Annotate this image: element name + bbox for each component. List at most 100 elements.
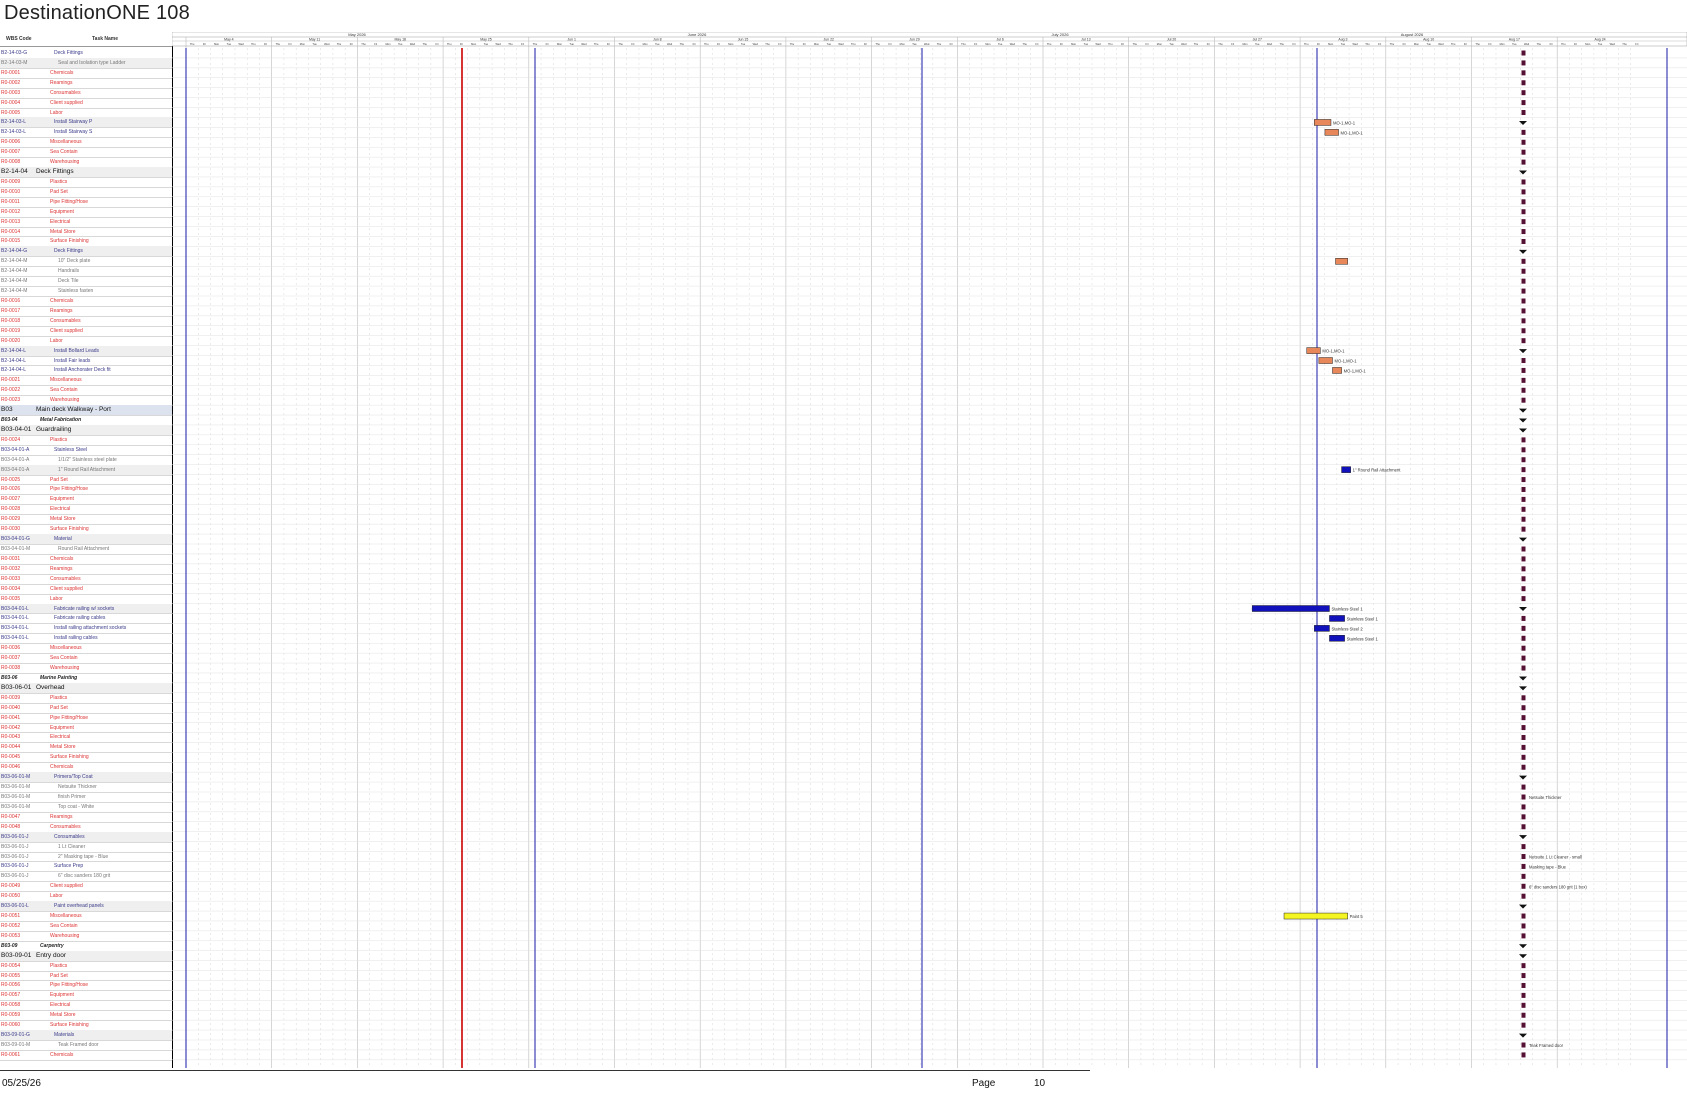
week-label: Jul 6 (996, 38, 1003, 42)
row-wbs-code: B03-06-01-L (1, 903, 29, 910)
row-wbs-code: B03-09-01-M (1, 1042, 31, 1048)
day-label: Fri (435, 42, 438, 46)
summary-marker (1519, 418, 1527, 423)
row-wbs-code: B03-09-01 (1, 951, 32, 959)
month-label: June 2026 (688, 32, 707, 37)
row-wbs-code: R0-0012 (1, 208, 21, 215)
milestone-marker (1521, 844, 1526, 850)
milestone-marker (1521, 804, 1526, 810)
day-label: Wed (1181, 42, 1187, 46)
day-label: Thu (765, 42, 770, 46)
milestone-marker (1521, 695, 1526, 701)
row-task-name: Equipment (50, 992, 74, 999)
milestone-marker (1521, 50, 1526, 56)
summary-marker (1519, 954, 1527, 959)
row-wbs-code: B2-14-04-M (1, 288, 28, 295)
row-wbs-code: B03-06-01-J (1, 843, 29, 850)
day-label: Fri (1292, 42, 1295, 46)
row-task-name: Plastics (50, 436, 68, 443)
row-wbs-code: R0-0026 (1, 486, 21, 493)
milestone-marker (1521, 705, 1526, 711)
milestone-marker (1521, 615, 1526, 621)
milestone-marker (1521, 387, 1526, 393)
summary-marker (1519, 170, 1527, 175)
row-task-name: Client supplied (50, 883, 83, 890)
row-task-name: Chemicals (50, 69, 74, 76)
day-label: Fri (1035, 42, 1038, 46)
day-label: Thu (704, 42, 709, 46)
day-label: Thu (276, 42, 281, 46)
row-wbs-code: B2-14-03-L (1, 119, 27, 126)
row-wbs-code: R0-0047 (1, 813, 21, 820)
row-wbs-code: R0-0039 (1, 694, 21, 701)
day-label: Thu (508, 42, 513, 46)
row-task-name: Electrical (50, 506, 71, 513)
row-task-name: Consumables (50, 317, 81, 324)
milestone-marker (1521, 863, 1526, 869)
day-label: Thu (1390, 42, 1395, 46)
row-task-name: Install railing cables (54, 635, 98, 642)
day-label: Mon (1585, 42, 1591, 46)
milestone-marker (1521, 338, 1526, 344)
row-task-name: Metal Store (50, 1012, 76, 1019)
milestone-marker (1521, 496, 1526, 502)
row-wbs-code: R0-0046 (1, 764, 21, 771)
footer-page-number: 10 (1034, 1078, 1046, 1089)
day-label: Tue (655, 42, 660, 46)
row-wbs-code: R0-0013 (1, 218, 21, 225)
day-label: Fri (1378, 42, 1381, 46)
bar-label: Stainless Steel 1 (1347, 616, 1379, 621)
milestone-marker (1521, 268, 1526, 274)
row-wbs-code: R0-0021 (1, 377, 21, 384)
row-wbs-code: R0-0015 (1, 238, 21, 245)
row-wbs-code: R0-0009 (1, 178, 21, 185)
day-label: Fri (1060, 42, 1063, 46)
row-task-name: Paint overhead panels (54, 903, 104, 910)
day-label: Fri (1635, 42, 1638, 46)
row-task-name: Chemicals (50, 764, 74, 771)
row-wbs-code: B03-09 (1, 942, 18, 949)
milestone-marker (1521, 873, 1526, 879)
row-task-name: Deck Fittings (36, 168, 74, 176)
row-task-name: Warehousing (50, 932, 80, 939)
row-wbs-code: R0-0048 (1, 823, 21, 830)
row-task-name: Reamings (50, 565, 73, 572)
row-task-name: Consumables (54, 833, 85, 840)
day-label: Thu (190, 42, 195, 46)
day-label: Mon (814, 42, 820, 46)
row-task-name: Fabricate railing w/ sockets (54, 605, 115, 612)
row-wbs-code: B2-14-04-M (1, 258, 28, 265)
row-task-name: Install Stairway S (54, 129, 93, 136)
day-label: Fri (1488, 42, 1491, 46)
task-bar (1341, 466, 1351, 473)
row-task-name: Chemicals (50, 298, 74, 304)
row-task-name: Pipe Fitting/Hose (50, 198, 89, 205)
row-task-name: Miscellaneous (50, 139, 82, 146)
day-label: Thu (1475, 42, 1480, 46)
row-task-name: Material (54, 536, 72, 543)
day-label: Mon (214, 42, 220, 46)
bar-label: Paint 5 (1350, 914, 1364, 919)
row-wbs-code: R0-0049 (1, 883, 21, 890)
row-wbs-code: B03-04-01-A (1, 446, 30, 453)
day-label: Mon (1242, 42, 1248, 46)
row-task-name: Sea Contain (50, 922, 78, 929)
milestone-marker (1521, 923, 1526, 929)
day-label: Mon (385, 42, 391, 46)
day-label: Fri (1550, 42, 1553, 46)
bar-label: MO-1,MO-1 (1333, 120, 1356, 125)
milestone-marker (1521, 209, 1526, 215)
day-label: Mon (300, 42, 306, 46)
bar-label: Stainless Steel 2 (1331, 626, 1363, 631)
milestone-marker (1521, 715, 1526, 721)
row-task-name: Top coat - White (58, 803, 95, 810)
row-wbs-code: B2-14-04-M (1, 268, 28, 275)
milestone-marker (1521, 794, 1526, 800)
row-wbs-code: R0-0006 (1, 139, 21, 146)
row-task-name: Client supplied (50, 327, 83, 334)
day-label: Fri (264, 42, 267, 46)
day-label: Wed (496, 42, 502, 46)
row-task-name: Consumables (50, 823, 81, 830)
row-task-name: Reamings (50, 79, 73, 86)
row-wbs-code: B03-04-01-M (1, 546, 31, 552)
